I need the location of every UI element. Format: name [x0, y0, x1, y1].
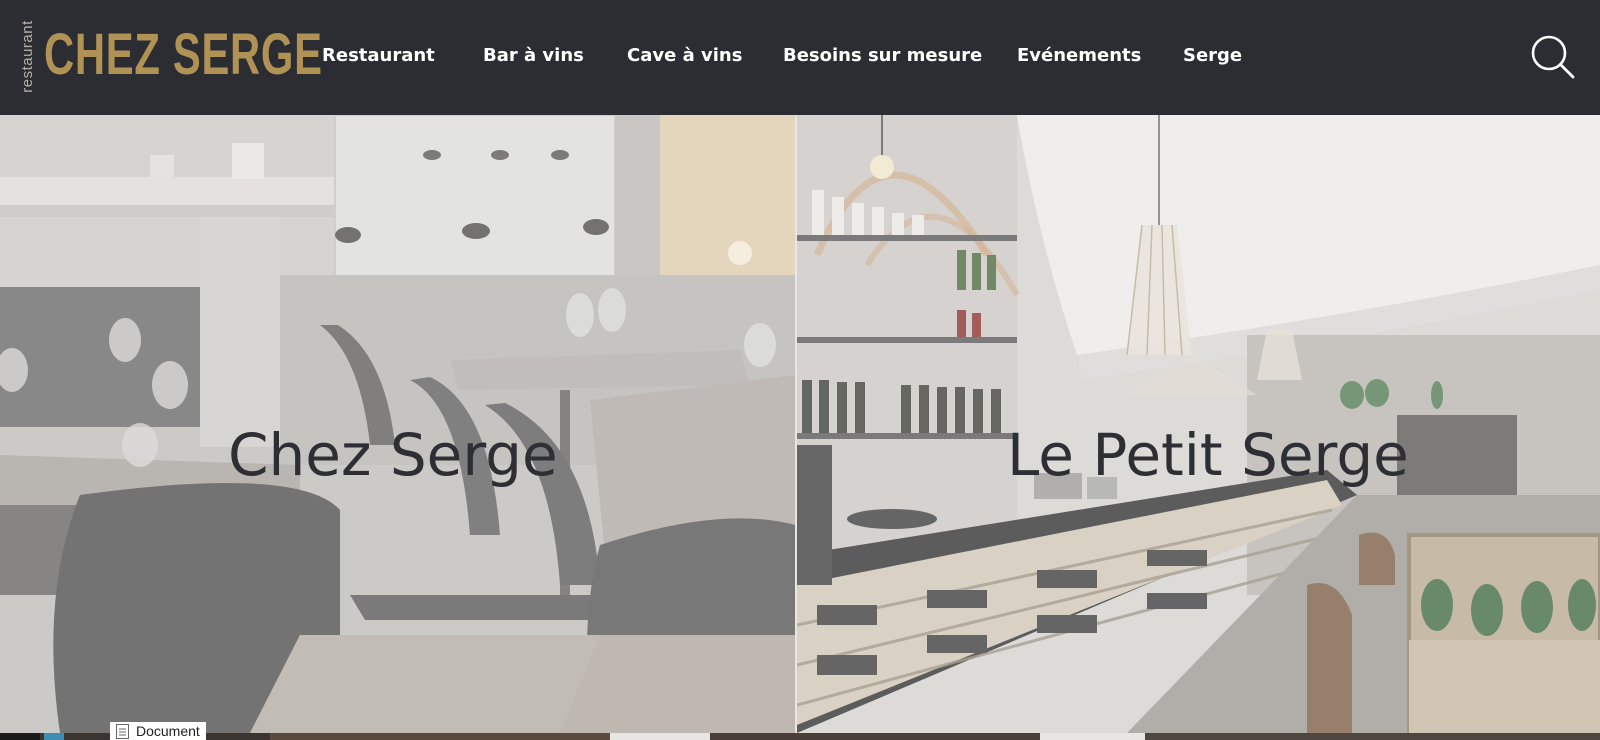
next-row-preview [0, 733, 1600, 740]
panel-le-petit-serge[interactable]: Le Petit Serge [797, 115, 1600, 733]
nav-item-serge[interactable]: Serge [1183, 44, 1242, 68]
panel-title-chez-serge: Chez Serge [228, 421, 558, 489]
panel-chez-serge[interactable]: Chez Serge [0, 115, 795, 733]
nav-item-evenements[interactable]: Evénements [1017, 44, 1141, 68]
panel-title-le-petit-serge: Le Petit Serge [1007, 421, 1409, 489]
nav-item-bar-a-vins[interactable]: Bar à vins [483, 44, 584, 68]
main-nav: Restaurant Bar à vins Cave à vins Besoin… [0, 0, 1400, 115]
nav-item-besoins-sur-mesure[interactable]: Besoins sur mesure [783, 44, 982, 68]
document-label: Document [136, 723, 200, 739]
site-header: restaurant CHEZ SERGE Restaurant Bar à v… [0, 0, 1600, 115]
search-button[interactable] [1530, 34, 1576, 80]
nav-item-restaurant[interactable]: Restaurant [322, 44, 435, 68]
search-icon [1531, 35, 1575, 79]
nav-item-cave-a-vins[interactable]: Cave à vins [627, 44, 742, 68]
document-icon [116, 724, 129, 739]
document-taskbar-item[interactable]: Document [110, 722, 206, 740]
